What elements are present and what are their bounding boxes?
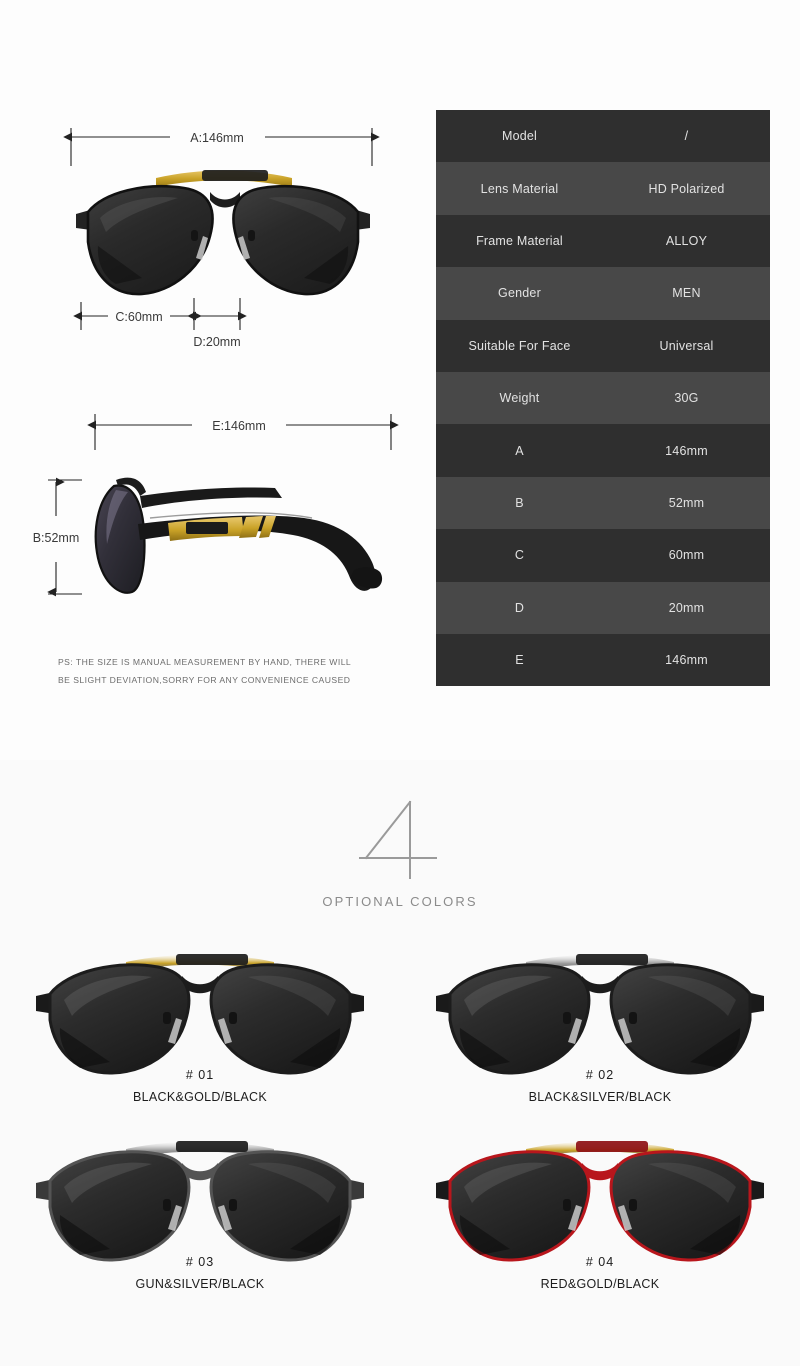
spec-value: MEN (672, 286, 701, 301)
spec-value: HD Polarized (648, 181, 725, 196)
front-view-diagram: A:146mm C:60mm D:20mm (60, 118, 400, 368)
side-temple-label: E:146mm (212, 419, 266, 433)
spec-row: A 146mm (436, 424, 770, 477)
product-detail-page: A:146mm C:60mm D:20mm E:146mm B:52mm PS:… (0, 0, 800, 1366)
color-options-section: OPTIONAL COLORS # 01 BLACK&GOLD/BLACK # 02… (0, 760, 800, 1366)
variant-code: # 04 (585, 1255, 615, 1269)
disclaimer-line-2: BE SLIGHT DEVIATION,SORRY FOR ANY CONVEN… (58, 675, 351, 685)
color-variant-card[interactable]: # 02 BLACK&SILVER/BLACK (400, 940, 800, 1127)
spec-value: 146mm (665, 653, 708, 668)
spec-key: D (514, 600, 525, 615)
spec-row: Gender MEN (436, 267, 770, 320)
variant-code: # 02 (585, 1068, 615, 1082)
spec-value: 20mm (668, 600, 705, 615)
sunglasses-side-illustration (94, 477, 383, 594)
side-height-label: B:52mm (33, 531, 80, 545)
spec-key: Weight (499, 391, 540, 406)
spec-row: Model / (436, 110, 770, 163)
spec-key: Suitable For Face (468, 338, 571, 353)
spec-value: 60mm (668, 548, 705, 563)
spec-row: B 52mm (436, 476, 770, 530)
spec-value: / (684, 129, 689, 144)
specifications-table-body: Model / Lens Material HD Polarized Frame Mat… (436, 110, 770, 687)
spec-key: Gender (498, 286, 541, 301)
spec-row: Lens Material HD Polarized (436, 162, 770, 215)
spec-key: Model (501, 129, 538, 144)
front-width-label: A:146mm (190, 131, 244, 145)
color-options-subtitle: OPTIONAL COLORS (322, 894, 478, 909)
variant-name: GUN&SILVER/BLACK (135, 1277, 265, 1291)
front-bridge-label: D:20mm (193, 335, 240, 349)
sunglasses-image (0, 940, 400, 1075)
variant-name: BLACK&SILVER/BLACK (528, 1090, 672, 1104)
color-variants-row-1: # 01 BLACK&GOLD/BLACK # 02 BLACK&SILVER/BLA… (0, 940, 800, 1127)
sunglasses-image (0, 1127, 400, 1262)
sunglasses-image (400, 1127, 800, 1262)
sunglasses-image (400, 940, 800, 1075)
specifications-table: Model / Lens Material HD Polarized Frame Mat… (436, 110, 770, 687)
variant-code: # 03 (185, 1255, 215, 1269)
color-variants-row-2: # 03 GUN&SILVER/BLACK # 04 RED&GOLD/BLACK (0, 1127, 800, 1314)
spec-key: E (515, 653, 524, 668)
front-lens-label: C:60mm (115, 310, 162, 324)
sunglasses-front-illustration (76, 170, 370, 296)
variant-code: # 01 (185, 1068, 215, 1082)
side-view-diagram: E:146mm B:52mm (20, 412, 420, 642)
spec-row: E 146mm (436, 633, 770, 687)
spec-row: C 60mm (436, 529, 770, 582)
spec-value: 52mm (668, 495, 705, 510)
spec-value: Universal (659, 338, 714, 353)
spec-key: Frame Material (476, 233, 563, 248)
spec-key: B (515, 495, 524, 510)
spec-row: Weight 30G (436, 371, 770, 425)
spec-key: A (515, 443, 524, 458)
disclaimer-line-1: PS: THE SIZE IS MANUAL MEASUREMENT BY HA… (58, 657, 352, 667)
color-count-numeral (0, 798, 800, 880)
spec-key: Lens Material (480, 181, 559, 196)
spec-row: D 20mm (436, 581, 770, 634)
color-variant-card[interactable]: # 04 RED&GOLD/BLACK (400, 1127, 800, 1314)
spec-key: C (514, 548, 525, 563)
spec-row: Suitable For Face Universal (436, 319, 770, 372)
color-variants-grid: # 01 BLACK&GOLD/BLACK # 02 BLACK&SILVER/BLA… (0, 940, 800, 1314)
spec-value: 30G (674, 391, 699, 406)
spec-row: Frame Material ALLOY (436, 214, 770, 268)
spec-value: ALLOY (665, 233, 708, 248)
color-variant-card[interactable]: # 03 GUN&SILVER/BLACK (0, 1127, 400, 1314)
color-variant-card[interactable]: # 01 BLACK&GOLD/BLACK (0, 940, 400, 1127)
spec-value: 146mm (665, 443, 708, 458)
measurement-disclaimer: PS: THE SIZE IS MANUAL MEASUREMENT BY HA… (58, 653, 418, 689)
specifications-section: A:146mm C:60mm D:20mm E:146mm B:52mm PS:… (0, 0, 800, 760)
variant-name: BLACK&GOLD/BLACK (132, 1090, 268, 1104)
variant-name: RED&GOLD/BLACK (540, 1277, 660, 1291)
